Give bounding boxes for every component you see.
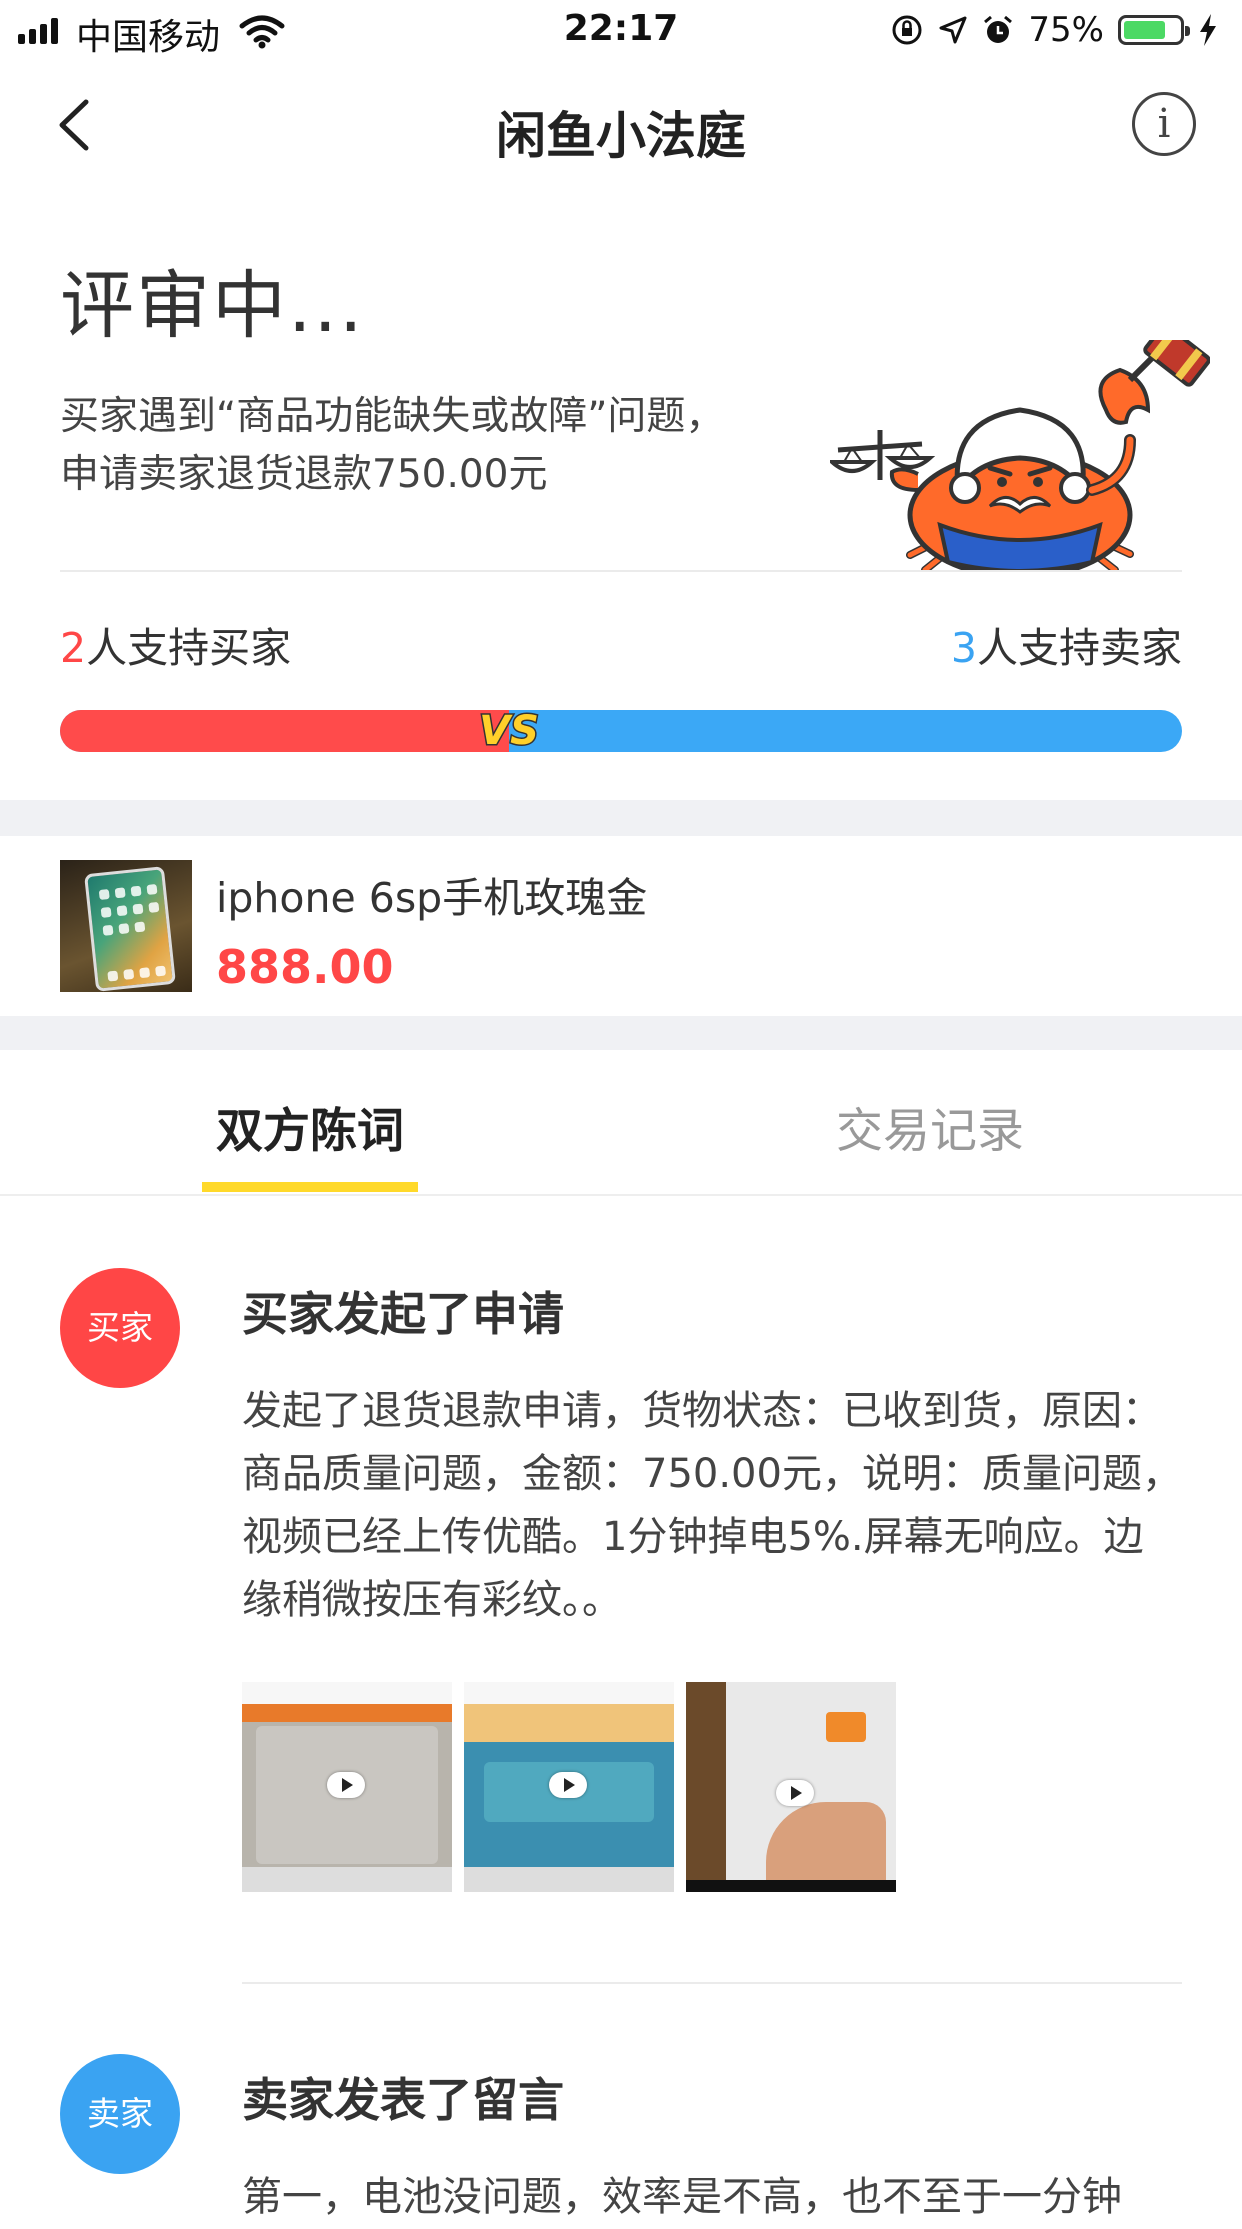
evidence-video-thumbnail[interactable]: [686, 1682, 896, 1892]
location-icon: [939, 16, 967, 44]
status-icons: 75%: [890, 10, 1218, 50]
timeline-divider: [242, 1982, 1182, 1984]
buyer-support-number: 2: [60, 624, 87, 672]
event-title: 卖家发表了留言: [242, 2073, 564, 2127]
support-ratio-bar: [60, 710, 1182, 752]
seller-avatar: 卖家: [60, 2054, 180, 2174]
play-icon: [327, 1772, 365, 1798]
alarm-icon: [984, 15, 1013, 43]
header-divider: [60, 570, 1182, 572]
info-icon[interactable]: i: [1132, 92, 1196, 156]
seller-support-number: 3: [950, 624, 977, 672]
page-title: 闲鱼小法庭: [496, 107, 746, 165]
event-body: 发起了退货退款申请，货物状态：已收到货，原因：商品质量问题，金额：750.00元…: [242, 1388, 1182, 1623]
event-body: 第一，电池没问题，效率是不高，也不至于一分钟: [242, 2174, 1122, 2220]
charging-icon: [1200, 14, 1216, 46]
case-status: 评审中...: [60, 263, 365, 349]
buyer-avatar: 买家: [60, 1268, 180, 1388]
buyer-support-label: 人支持买家: [86, 624, 292, 672]
tab-divider: [0, 1194, 1242, 1196]
product-name[interactable]: iphone 6sp手机玫瑰金: [216, 864, 647, 924]
seller-support-count: 3人支持卖家: [951, 614, 1182, 674]
tab-statements[interactable]: 双方陈词: [216, 1092, 404, 1161]
status-bar: 中国移动 22:17 75%: [0, 0, 1242, 64]
section-separator: [0, 800, 1242, 836]
vs-label: VS: [479, 708, 539, 754]
play-icon: [776, 1780, 814, 1806]
buyer-support-fill: [60, 710, 509, 752]
section-separator: [0, 1016, 1242, 1050]
judge-crab-illustration: [830, 340, 1210, 572]
battery-percent: 75%: [1028, 10, 1104, 50]
vs-icon: VS: [478, 707, 541, 756]
product-thumbnail[interactable]: [60, 860, 192, 992]
active-tab-indicator: [202, 1182, 418, 1192]
evidence-video-thumbnail[interactable]: [464, 1682, 674, 1892]
evidence-video-thumbnail[interactable]: [242, 1682, 452, 1892]
buyer-support-count: 2人支持买家: [60, 614, 291, 674]
case-summary: 买家遇到“商品功能缺失或故障”问题，申请卖家退货退款750.00元: [60, 394, 725, 497]
seller-support-label: 人支持卖家: [977, 624, 1182, 672]
product-price: 888.00: [216, 940, 394, 994]
event-title: 买家发起了申请: [242, 1287, 564, 1341]
tab-transaction-records[interactable]: 交易记录: [836, 1092, 1024, 1161]
orientation-lock-icon: [892, 15, 922, 45]
battery-icon: [1118, 15, 1190, 45]
play-icon: [549, 1772, 587, 1798]
